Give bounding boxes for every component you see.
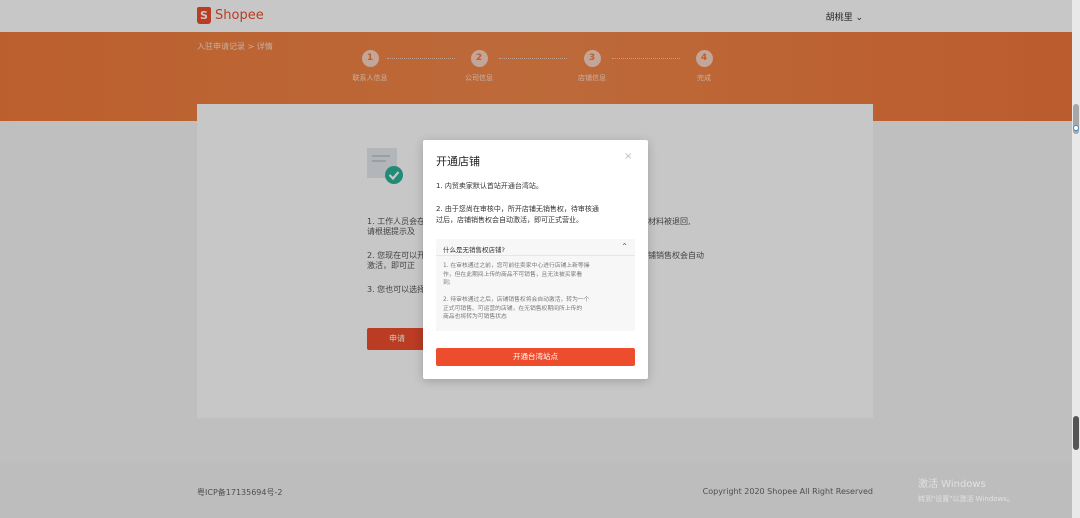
scroll-indicator-icon — [1073, 125, 1079, 131]
close-icon[interactable]: × — [624, 151, 632, 162]
faq-panel: 什么是无销售权店铺? ⌃ 1. 在审核通过之前，您可前往卖家中心进行店铺上新等操… — [436, 239, 635, 331]
watermark-line-1: 激活 Windows — [918, 479, 986, 490]
faq-divider — [436, 255, 635, 256]
scroll-thumb-lower[interactable] — [1073, 416, 1079, 450]
chevron-up-icon[interactable]: ⌃ — [621, 242, 628, 251]
windows-activation-watermark: 激活 Windows 转到"设置"以激活 Windows。 — [918, 478, 1014, 506]
dialog-item-1: 1. 内贸卖家默认首站开通台湾站。 — [436, 182, 543, 190]
faq-answer-2b: 正式可销售、可运营的店铺，在无销售权期间所上传的 — [443, 305, 583, 312]
dialog-item-2b: 过后，店铺销售权会自动激活，即可正式营业。 — [436, 216, 583, 224]
open-taiwan-site-button[interactable]: 开通台湾站点 — [436, 348, 635, 366]
faq-answer-1b: 作，但在此期间上传的商品不可销售，且无法被买家看 — [443, 271, 583, 278]
faq-answer-2c: 商品也将转为可销售状态 — [443, 314, 507, 320]
watermark-line-2: 转到"设置"以激活 Windows。 — [918, 495, 1014, 503]
faq-answer-1: 1. 在审核通过之前，您可前往卖家中心进行店铺上新等操 — [443, 263, 590, 269]
dialog-item-2: 2. 由于您尚在审核中，所开店铺无销售权，待审核通 — [436, 205, 599, 213]
faq-answer-2: 2. 待审核通过之后，店铺销售权将会自动激活，转为一个 — [443, 297, 590, 303]
faq-answer-1c: 到; — [443, 280, 451, 286]
faq-question[interactable]: 什么是无销售权店铺? — [443, 244, 505, 254]
open-store-dialog: 开通店铺 × 1. 内贸卖家默认首站开通台湾站。 2. 由于您尚在审核中，所开店… — [423, 140, 648, 379]
page-scrollbar[interactable] — [1072, 0, 1080, 518]
dialog-title: 开通店铺 — [436, 155, 480, 168]
